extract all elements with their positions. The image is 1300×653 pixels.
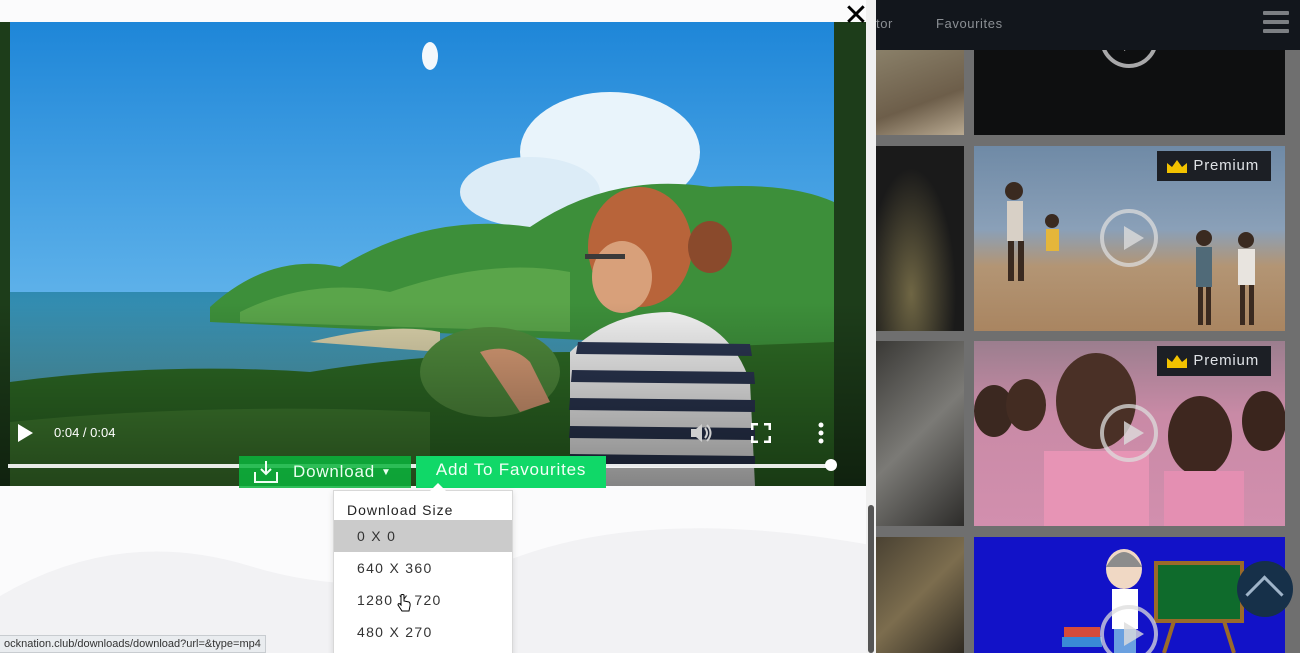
premium-badge: Premium	[1157, 346, 1271, 376]
premium-badge: Premium	[1157, 151, 1271, 181]
video-thumbnail[interactable]: Premium	[974, 341, 1285, 526]
video-thumbnail[interactable]: Premium	[974, 146, 1285, 331]
premium-label: Premium	[1193, 352, 1259, 369]
more-options-icon[interactable]	[818, 422, 824, 444]
play-icon	[1100, 50, 1158, 68]
crown-icon	[1167, 159, 1188, 173]
dropdown-title: Download Size	[347, 502, 454, 518]
play-icon	[1100, 209, 1158, 267]
modal-scrollbar[interactable]	[866, 0, 876, 653]
volume-icon[interactable]	[688, 420, 714, 446]
premium-label: Premium	[1193, 157, 1259, 174]
download-button[interactable]: Download ▼	[239, 456, 411, 488]
download-label: Download	[293, 462, 376, 481]
status-bar-url: ocknation.club/downloads/download?url=&t…	[0, 635, 266, 653]
top-nav: tor Favourites	[876, 0, 1300, 50]
nav-link-favourites[interactable]: Favourites	[936, 16, 1003, 31]
hamburger-menu-icon[interactable]	[1263, 11, 1289, 35]
play-icon	[1100, 404, 1158, 462]
video-thumbnail[interactable]	[876, 537, 964, 653]
favourites-label: Add To Favourites	[435, 460, 587, 479]
size-option[interactable]: 480 X 270	[334, 616, 512, 648]
download-size-dropdown: Download Size 0 X 0 640 X 360 1280 X 720…	[333, 483, 513, 653]
scroll-to-top-button[interactable]	[1237, 561, 1293, 617]
video-thumbnail[interactable]	[876, 341, 964, 526]
video-player[interactable]: 0:04 / 0:04	[0, 22, 867, 486]
hand-cursor-icon	[397, 594, 411, 612]
video-thumbnail[interactable]	[974, 50, 1285, 135]
crown-icon	[1167, 354, 1188, 368]
size-option[interactable]: 0 X 0	[334, 520, 512, 552]
video-thumbnail[interactable]	[876, 50, 964, 135]
size-option[interactable]: 640 X 360	[334, 552, 512, 584]
download-icon	[254, 461, 278, 483]
video-modal: 0:04 / 0:04 Download ▼ Add To Favourites…	[0, 0, 876, 653]
background-page: tor Favourites Premium Premium	[876, 0, 1300, 653]
progress-handle[interactable]	[825, 459, 837, 471]
chevron-down-icon: ▼	[381, 466, 392, 478]
size-option[interactable]: 1280 X 720	[334, 584, 512, 616]
nav-link-partial[interactable]: tor	[876, 16, 893, 31]
fullscreen-icon[interactable]	[751, 423, 771, 443]
play-icon[interactable]	[18, 424, 33, 442]
video-thumbnail[interactable]	[876, 146, 964, 331]
time-display: 0:04 / 0:04	[54, 425, 116, 440]
